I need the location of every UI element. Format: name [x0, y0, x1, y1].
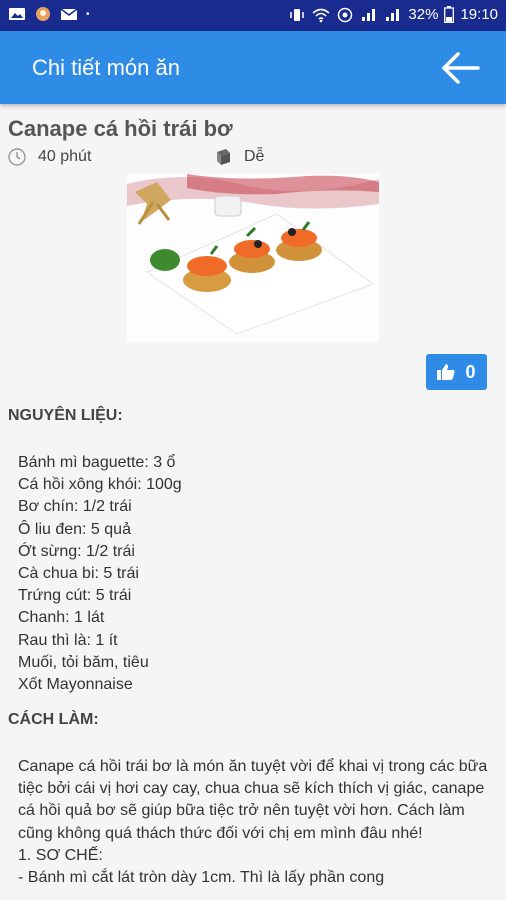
clock-icon — [8, 148, 26, 166]
cook-time-value: 40 phút — [38, 148, 92, 165]
book-icon — [217, 149, 230, 165]
ingredients-list: Bánh mì baguette: 3 ổ Cá hồi xông khói: … — [18, 452, 182, 696]
dot-icon: • — [86, 8, 90, 20]
difficulty-value: Dễ — [244, 148, 265, 165]
thumbs-up-icon — [437, 364, 456, 380]
list-item: Muối, tỏi băm, tiêu — [18, 653, 149, 671]
list-item: Ô liu đen: 5 quả — [18, 520, 131, 538]
ingredients-heading: NGUYÊN LIỆU: — [8, 407, 123, 424]
step-heading: 1. SƠ CHẾ: — [18, 846, 103, 864]
recipe-photo — [127, 174, 379, 342]
app-title: Chi tiết món ăn — [32, 55, 180, 80]
like-button[interactable]: 0 — [426, 354, 487, 390]
method-text: Canape cá hồi trái bơ là món ăn tuyệt vờ… — [18, 756, 488, 889]
arrow-left-icon[interactable] — [440, 51, 480, 85]
app-bar: Chi tiết món ăn — [0, 31, 506, 104]
battery-percent: 32% — [408, 6, 439, 23]
avatar-icon — [36, 7, 50, 21]
list-item: Ớt sừng: 1/2 trái — [18, 542, 135, 560]
clock: 19:10 — [460, 6, 498, 23]
wifi-icon — [312, 8, 330, 22]
signal-icon — [362, 8, 376, 21]
like-count: 0 — [465, 361, 476, 382]
method-heading: CÁCH LÀM: — [8, 711, 99, 728]
hotspot-icon — [338, 7, 353, 22]
difficulty: Dễ — [214, 148, 264, 166]
cook-time: 40 phút — [8, 148, 91, 166]
method-paragraph: Canape cá hồi trái bơ là món ăn tuyệt vờ… — [18, 758, 488, 842]
recipe-title: Canape cá hồi trái bơ — [8, 116, 233, 141]
list-item: Rau thì là: 1 ít — [18, 631, 118, 649]
battery-icon — [444, 6, 455, 23]
list-item: Bánh mì baguette: 3 ổ — [18, 454, 176, 471]
list-item: Cá hồi xông khói: 100g — [18, 476, 182, 494]
vibrate-icon — [290, 8, 305, 21]
status-bar: • 32% 19:10 — [0, 0, 506, 31]
mail-icon — [60, 8, 78, 20]
list-item: Cà chua bi: 5 trái — [18, 565, 139, 583]
list-item: Trứng cút: 5 trái — [18, 587, 132, 605]
step-text: - Bánh mì cắt lát tròn dày 1cm. Thì là l… — [18, 869, 385, 887]
recipe-content[interactable]: Canape cá hồi trái bơ 40 phút Dễ 0 NGUYÊ… — [0, 104, 506, 900]
photo-icon — [9, 8, 25, 20]
list-item: Xốt Mayonnaise — [18, 676, 133, 694]
list-item: Bơ chín: 1/2 trái — [18, 498, 132, 516]
signal-icon — [386, 8, 400, 21]
list-item: Chanh: 1 lát — [18, 609, 105, 627]
